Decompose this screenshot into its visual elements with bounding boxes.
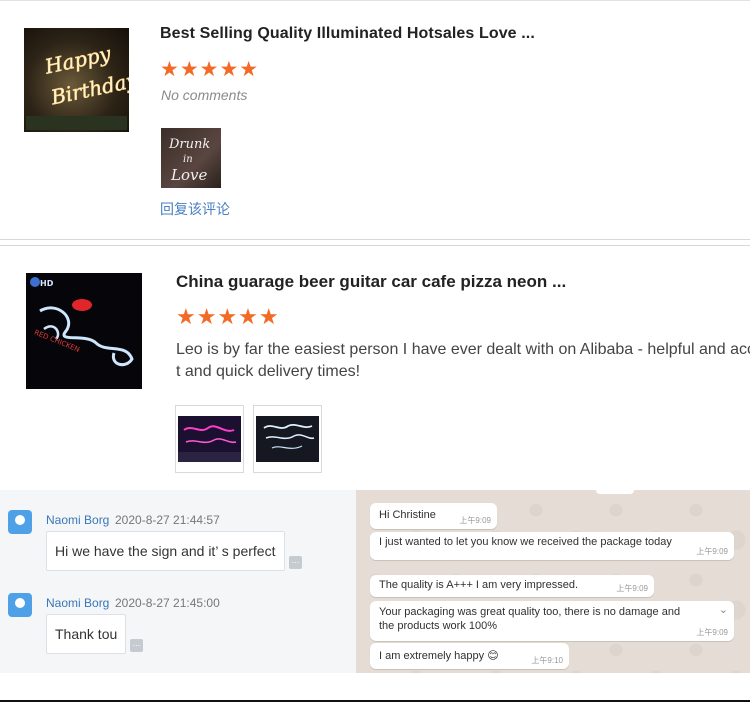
message-bubble: Thank tou [46,614,127,654]
neon-photo-image [178,416,241,462]
sender-name[interactable]: Naomi Borg [46,513,109,527]
review-comment-line: t and quick delivery times! [176,363,361,380]
review-comment-line: Leo is by far the easiest person I have … [176,341,750,358]
avatar [8,510,32,534]
chat-bubble-time: 上午9:09 [696,628,728,637]
chat-bubble-text: I just wanted to let you know we receive… [379,536,672,548]
chat-bubble-time: 上午9:10 [531,656,563,665]
photo-text-3: Love [170,166,207,184]
chat-panel: Naomi Borg 2020-8-27 21:44:57 Hi we have… [0,490,356,673]
lips-icon [72,299,92,311]
chat-bubble-text: Hi Christine [379,509,436,521]
chat-bubble: I am extremely happy 😊 上午9:10 [370,643,569,669]
star-rating: ★★★★★ [160,58,260,81]
review-title[interactable]: China guarage beer guitar car cafe pizza… [176,272,566,292]
neon-sign-image: Happy Birthday [26,41,129,130]
message-timestamp: 2020-8-27 21:44:57 [115,513,220,527]
product-thumbnail[interactable]: HD RED CHICKEN [26,273,142,389]
chat-bubble-text: I am extremely happy 😊 [379,650,499,662]
chat-bubble-text: The quality is A+++ I am very impressed. [379,579,579,591]
svg-text:HD: HD [40,279,54,288]
sender-name[interactable]: Naomi Borg [46,596,109,610]
message-bubble: Hi we have the sign and it’ s perfect [46,531,285,571]
review-comment: Leo is by far the easiest person I have … [176,339,750,383]
chat-bubble-time: 上午9:09 [616,584,648,593]
message-timestamp: 2020-8-27 21:45:00 [115,596,220,610]
review-title[interactable]: Best Selling Quality Illuminated Hotsale… [160,25,535,43]
more-options-icon[interactable]: ... [130,639,143,652]
hd-badge-icon [30,277,40,287]
review-photo[interactable] [253,405,322,473]
chat-bubble-text: the products work 100% [379,620,498,632]
chat-bubble-time: 上午9:09 [696,547,728,556]
chevron-down-icon[interactable]: ⌄ [719,603,728,616]
avatar [8,593,32,617]
review-card: Happy Birthday Best Selling Quality Illu… [0,0,750,240]
neon-photo-image [256,416,319,462]
review-card: HD RED CHICKEN China guarage beer guitar… [0,245,750,490]
page: Happy Birthday Best Selling Quality Illu… [0,0,750,702]
photo-text-1: Drunk [168,137,210,152]
review-comment: No comments [161,87,248,103]
chat-bubble-time: 上午9:09 [459,516,491,525]
star-rating: ★★★★★ [176,304,280,329]
review-photo[interactable] [175,405,244,473]
review-photo[interactable]: Drunk in Love [161,128,221,188]
neon-sign-image: HD RED CHICKEN [30,277,134,367]
more-options-icon[interactable]: ... [289,556,302,569]
chat-bubble: Hi Christine 上午9:09 [370,503,497,529]
chat-bubble-text: Your packaging was great quality too, th… [379,606,681,618]
photo-text-2: in [183,154,193,165]
product-thumbnail[interactable]: Happy Birthday [24,28,129,132]
reply-link[interactable]: 回复该评论 [160,199,230,219]
chat-bubble: The quality is A+++ I am very impressed.… [370,575,654,597]
neon-photo-image: Drunk in Love [168,137,210,184]
chat-bubble: I just wanted to let you know we receive… [370,532,734,560]
whatsapp-chat-panel: Hi Christine 上午9:09 I just wanted to let… [356,490,750,673]
thumbnail-text-line1: Happy [42,41,113,79]
chat-bubble[interactable]: Your packaging was great quality too, th… [370,601,734,641]
previous-message-edge [596,490,634,494]
